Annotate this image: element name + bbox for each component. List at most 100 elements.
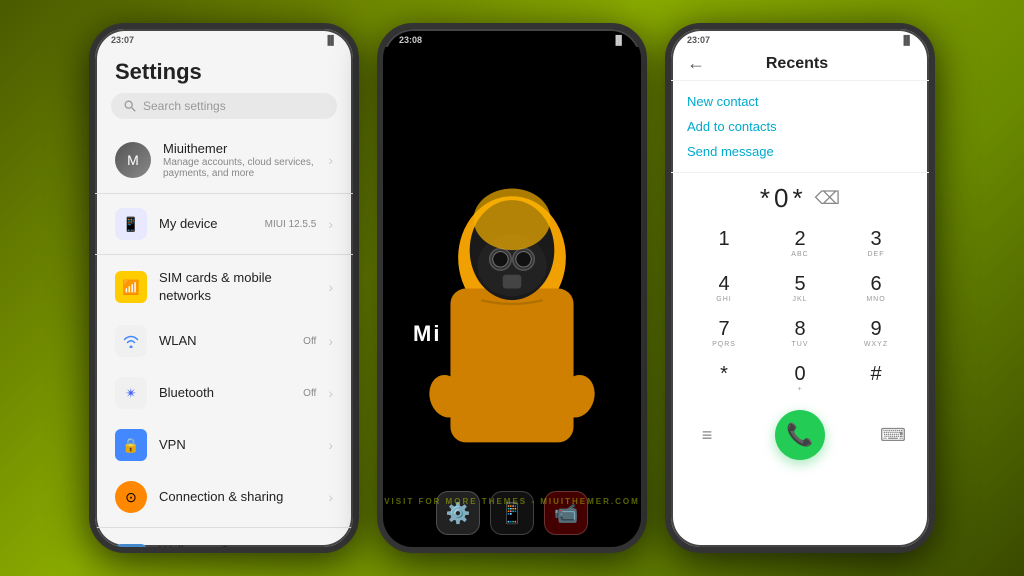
- wallpaper-text: Wallpaper & personalization: [159, 542, 316, 547]
- wlan-icon: [115, 325, 147, 357]
- key-5-main: 5: [794, 273, 805, 296]
- profile-subtitle: Manage accounts, cloud services, payment…: [163, 157, 316, 179]
- key-6-sub: MNO: [866, 296, 885, 304]
- key-8[interactable]: 8 TUV: [763, 312, 837, 355]
- menu-button[interactable]: ≡: [687, 415, 727, 455]
- bluetooth-icon: ✴: [115, 377, 147, 409]
- settings-item-bluetooth[interactable]: ✴ Bluetooth Off ›: [95, 367, 353, 419]
- settings-item-vpn[interactable]: 🔒 VPN ›: [95, 419, 353, 471]
- divider-1: [95, 193, 353, 194]
- key-0[interactable]: 0 +: [763, 357, 837, 400]
- wifi-icon: [122, 334, 140, 348]
- bluetooth-title: Bluetooth: [159, 385, 214, 400]
- divider-3: [95, 527, 353, 528]
- dialer-battery: ▐▌: [900, 35, 913, 45]
- settings-title: Settings: [95, 47, 353, 93]
- new-contact-link[interactable]: New contact: [687, 89, 913, 114]
- vpn-text: VPN: [159, 436, 316, 454]
- key-3-sub: DEF: [868, 251, 885, 259]
- key-1-main: 1: [718, 228, 729, 251]
- phone-lockscreen: 23:08 ▐▌: [377, 23, 647, 553]
- gasmask-figure: [412, 157, 612, 497]
- recents-links: New contact Add to contacts Send message: [671, 81, 929, 173]
- key-4-main: 4: [718, 273, 729, 296]
- chevron-icon-2: ›: [328, 216, 333, 232]
- profile-text: Miuithemer Manage accounts, cloud servic…: [163, 141, 316, 179]
- key-5[interactable]: 5 JKL: [763, 267, 837, 310]
- key-1[interactable]: 1: [687, 222, 761, 265]
- key-2-main: 2: [794, 228, 805, 251]
- settings-item-profile[interactable]: M Miuithemer Manage accounts, cloud serv…: [95, 131, 353, 189]
- key-9-main: 9: [870, 318, 881, 341]
- backspace-button[interactable]: ⌫: [815, 188, 840, 209]
- mydevice-title: My device: [159, 216, 218, 231]
- dialer-number: *0*: [760, 183, 807, 214]
- wallpaper-icon: 🖼: [115, 544, 147, 547]
- statusbar-dialer: 23:07 ▐▌: [671, 29, 929, 47]
- dock-icon-screen[interactable]: 📹: [544, 491, 588, 535]
- settings-item-wallpaper[interactable]: 🖼 Wallpaper & personalization ›: [95, 532, 353, 547]
- chevron-icon-5: ›: [328, 385, 333, 401]
- keypad: 1 2 ABC 3 DEF 4 GHI 5 JKL 6 MNO 7 PQRS 8: [671, 218, 929, 404]
- settings-content: Settings Search settings M Miuithemer Ma…: [95, 47, 353, 547]
- key-star-main: *: [720, 363, 728, 386]
- key-8-sub: TUV: [792, 341, 809, 349]
- key-7[interactable]: 7 PQRS: [687, 312, 761, 355]
- dock-icon-miui[interactable]: 📱: [490, 491, 534, 535]
- chevron-icon-6: ›: [328, 437, 333, 453]
- key-4-sub: GHI: [716, 296, 731, 304]
- keyboard-button[interactable]: ⌨: [873, 415, 913, 455]
- settings-item-wlan[interactable]: WLAN Off ›: [95, 315, 353, 367]
- key-7-main: 7: [718, 318, 729, 341]
- settings-item-mydevice[interactable]: 📱 My device MIUI 12.5.5 ›: [95, 198, 353, 250]
- key-6-main: 6: [870, 273, 881, 296]
- settings-item-sim[interactable]: 📶 SIM cards & mobile networks ›: [95, 259, 353, 315]
- key-2[interactable]: 2 ABC: [763, 222, 837, 265]
- statusbar-lock: 23:08 ▐▌: [383, 29, 641, 47]
- key-hash[interactable]: #: [839, 357, 913, 400]
- key-4[interactable]: 4 GHI: [687, 267, 761, 310]
- key-star[interactable]: *: [687, 357, 761, 400]
- connection-icon: ⊙: [115, 481, 147, 513]
- key-8-main: 8: [794, 318, 805, 341]
- search-placeholder: Search settings: [143, 99, 226, 113]
- mydevice-text: My device: [159, 215, 253, 233]
- dock: ⚙️ 📱 📹: [436, 491, 588, 535]
- wlan-title: WLAN: [159, 333, 197, 348]
- vpn-title: VPN: [159, 437, 186, 452]
- mi-logo: Mi: [413, 321, 441, 347]
- status-icons: ▐▌: [324, 35, 337, 45]
- key-6[interactable]: 6 MNO: [839, 267, 913, 310]
- profile-avatar: M: [115, 142, 151, 178]
- call-button[interactable]: 📞: [775, 410, 825, 460]
- key-9[interactable]: 9 WXYZ: [839, 312, 913, 355]
- sim-icon: 📶: [115, 271, 147, 303]
- chevron-icon-4: ›: [328, 333, 333, 349]
- phone-dialer: 23:07 ▐▌ ← Recents New contact Add to co…: [665, 23, 935, 553]
- connection-text: Connection & sharing: [159, 488, 316, 506]
- key-0-sub: +: [797, 386, 802, 394]
- key-2-sub: ABC: [791, 251, 808, 259]
- send-message-link[interactable]: Send message: [687, 139, 913, 164]
- mydevice-badge: MIUI 12.5.5: [265, 219, 317, 230]
- search-bar[interactable]: Search settings: [111, 93, 337, 119]
- wlan-badge: Off: [303, 336, 316, 347]
- settings-item-connection[interactable]: ⊙ Connection & sharing ›: [95, 471, 353, 523]
- back-button[interactable]: ←: [687, 53, 705, 74]
- chevron-icon: ›: [328, 152, 333, 168]
- dialer-status-icons: ▐▌: [900, 35, 913, 45]
- dialer-input-row: *0* ⌫: [671, 173, 929, 218]
- lock-status-icons: ▐▌: [612, 35, 625, 45]
- sim-text: SIM cards & mobile networks: [159, 269, 316, 305]
- key-hash-main: #: [870, 363, 881, 386]
- bluetooth-badge: Off: [303, 388, 316, 399]
- key-3[interactable]: 3 DEF: [839, 222, 913, 265]
- dock-icon-settings[interactable]: ⚙️: [436, 491, 480, 535]
- chevron-icon-7: ›: [328, 489, 333, 505]
- bluetooth-text: Bluetooth: [159, 384, 291, 402]
- key-0-main: 0: [794, 363, 805, 386]
- key-9-sub: WXYZ: [864, 341, 888, 349]
- add-to-contacts-link[interactable]: Add to contacts: [687, 114, 913, 139]
- battery-icon: ▐▌: [324, 35, 337, 45]
- dialer-time: 23:07: [687, 35, 710, 45]
